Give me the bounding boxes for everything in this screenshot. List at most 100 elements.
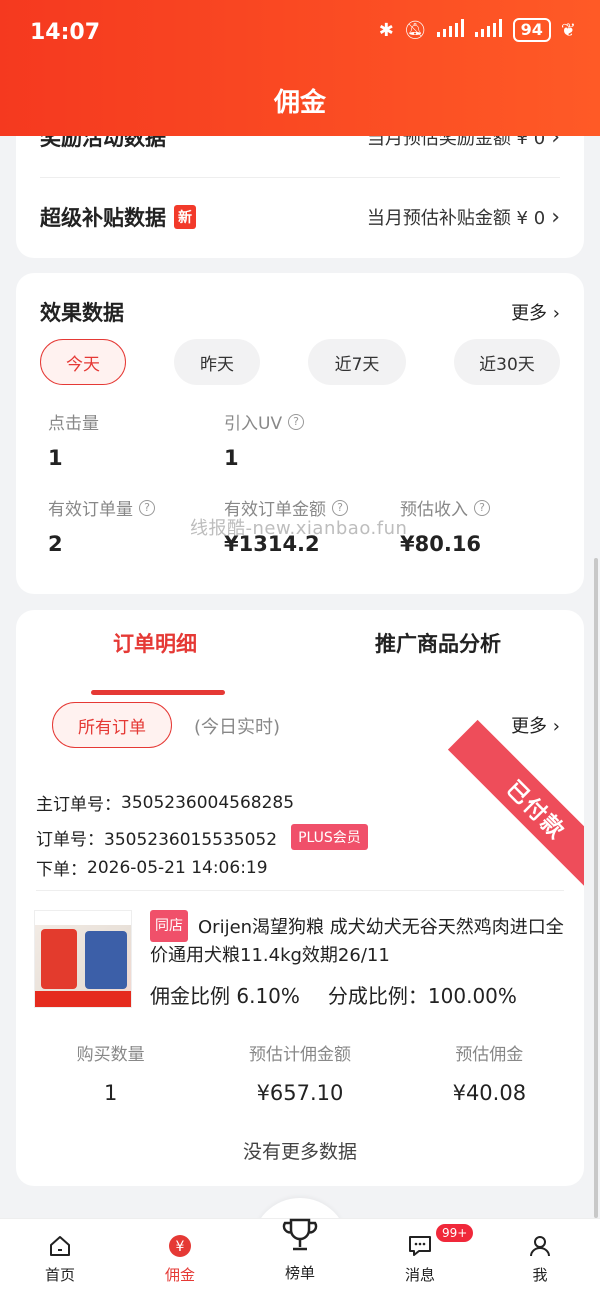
period-30days[interactable]: 近30天: [454, 339, 560, 385]
chevron-right-icon: ›: [552, 716, 560, 737]
commission-ratio-label: 佣金比例: [150, 984, 230, 1008]
product-title[interactable]: 同店 Orijen渴望狗粮 成犬幼犬无谷天然鸡肉进口全价通用犬粮11.4kg效期2…: [150, 910, 570, 970]
commission-ratio-value: 6.10%: [236, 984, 300, 1008]
mute-icon: 🔕︎: [403, 19, 427, 41]
period-selector: 今天 昨天 近7天 近30天: [40, 339, 560, 385]
bluetooth-icon: ✱: [378, 19, 394, 41]
metric-uv: 引入UV ? 1: [224, 409, 305, 470]
nav-profile[interactable]: 我: [500, 1234, 580, 1285]
metric-clicks: 点击量 1: [48, 409, 99, 470]
new-badge: 新: [174, 205, 196, 229]
same-store-badge: 同店: [150, 910, 188, 942]
metric-label: 引入UV: [224, 414, 283, 434]
divider: [40, 177, 560, 178]
chat-icon: [409, 1236, 431, 1256]
nav-label: 榜单: [284, 1264, 315, 1282]
nav-label: 我: [532, 1266, 548, 1284]
effect-data-title: 效果数据: [40, 301, 124, 325]
main-order-label: 主订单号：: [36, 795, 121, 815]
product-image[interactable]: [34, 910, 132, 1008]
super-subsidy-label: 超级补贴数据: [40, 206, 166, 230]
period-7days[interactable]: 近7天: [308, 339, 406, 385]
stat-value: ¥40.08: [452, 1081, 527, 1105]
effect-data-card: 效果数据 更多 › 今天 昨天 近7天 近30天 点击量 1 引入UV ? 1 …: [16, 273, 584, 594]
page-title: 佣金: [273, 88, 326, 118]
svg-text:¥: ¥: [176, 1239, 185, 1255]
share-ratio-label: 分成比例：: [327, 984, 428, 1008]
stat-label: 预估计佣金额: [248, 1045, 351, 1065]
period-today[interactable]: 今天: [40, 339, 126, 385]
tab-product-analysis[interactable]: 推广商品分析: [375, 628, 501, 658]
stat-label: 预估佣金: [455, 1045, 524, 1065]
metric-label-row: 预估收入 ?: [400, 495, 490, 520]
watermark: 线报酷-new.xianbao.fun: [190, 518, 408, 539]
metric-value: ¥80.16: [400, 532, 482, 556]
status-icons: ✱ 🔕︎ 94 ❦: [379, 18, 576, 42]
nav-commission[interactable]: ¥ 佣金: [140, 1234, 220, 1285]
battery-indicator: 94: [512, 18, 551, 42]
realtime-note: (今日实时): [194, 717, 281, 738]
product-bag-blue: [85, 931, 127, 989]
help-icon[interactable]: ?: [139, 499, 155, 516]
product-name: Orijen渴望狗粮 成犬幼犬无谷天然鸡肉进口全价通用犬粮11.4kg效期26/…: [150, 917, 564, 966]
stat-quantity: 购买数量 1: [16, 1040, 205, 1105]
trophy-icon: [282, 1218, 318, 1251]
status-bar: 14:07 ✱ 🔕︎ 94 ❦: [0, 0, 600, 70]
order-number-group: 订单号：3505236015535052: [36, 825, 277, 850]
stat-commission-base: 预估计佣金额 ¥657.10: [205, 1040, 394, 1105]
home-icon: [50, 1236, 70, 1256]
status-time: 14:07: [30, 20, 101, 45]
signal-icon-2: [474, 18, 503, 42]
orders-card: 订单明细 推广商品分析 所有订单 (今日实时) 更多 › 已付款 主订单号： 3…: [16, 610, 584, 1186]
nav-label: 首页: [44, 1266, 75, 1284]
metric-label: 点击量: [48, 414, 99, 434]
scrollbar[interactable]: [594, 558, 598, 1218]
user-icon: [530, 1236, 550, 1257]
subsidy-amount-text: 当月预估补贴金额 ¥ 0: [366, 208, 546, 229]
order-number: 3505236015535052: [104, 829, 278, 850]
leaf-icon: ❦: [560, 19, 576, 41]
metric-label: 预估收入: [400, 500, 468, 520]
metric-value: 2: [48, 532, 63, 556]
message-count-badge: 99+: [436, 1224, 474, 1242]
metric-value: 1: [224, 446, 239, 470]
super-subsidy-title: 超级补贴数据 新: [40, 202, 196, 232]
metric-orders: 有效订单量 ? 2: [48, 495, 155, 556]
yuan-icon: ¥: [169, 1235, 191, 1257]
period-yesterday[interactable]: 昨天: [174, 339, 260, 385]
metric-label-row: 有效订单量 ?: [48, 495, 155, 520]
share-ratio: 分成比例：100.00%: [328, 980, 517, 1009]
nav-ranking[interactable]: 榜单: [260, 1216, 340, 1283]
order-row: 订单号：3505236015535052 PLUS会员: [36, 824, 368, 850]
paid-status-ribbon: 已付款: [447, 719, 584, 899]
product-image-banner: [35, 911, 131, 925]
help-icon[interactable]: ?: [288, 413, 305, 430]
metric-label: 有效订单量: [48, 500, 133, 520]
nav-home[interactable]: 首页: [20, 1234, 100, 1285]
all-orders-filter[interactable]: 所有订单: [52, 702, 172, 748]
more-label: 更多: [511, 303, 548, 324]
stat-value: ¥657.10: [256, 1081, 344, 1105]
no-more-data: 没有更多数据: [242, 1141, 357, 1163]
order-date-row: 下单： 2026-05-21 14:06:19: [36, 855, 268, 881]
orders-more-link[interactable]: 更多 ›: [511, 712, 560, 738]
share-ratio-value: 100.00%: [427, 984, 517, 1008]
metric-label-row: 引入UV ?: [224, 409, 305, 434]
tab-order-detail[interactable]: 订单明细: [113, 628, 197, 658]
super-subsidy-row[interactable]: 超级补贴数据 新 当月预估补贴金额 ¥ 0 ›: [40, 202, 560, 232]
product-image-footer: [35, 991, 131, 1007]
order-date: 2026-05-21 14:06:19: [87, 857, 268, 878]
metric-value: 1: [48, 446, 63, 470]
order-label: 订单号：: [36, 829, 104, 850]
order-date-label: 下单：: [36, 860, 87, 880]
effect-more-link[interactable]: 更多 ›: [511, 299, 560, 325]
divider: [36, 890, 564, 891]
product-bag-red: [41, 929, 77, 989]
stat-value: 1: [103, 1081, 118, 1105]
chevron-right-icon: ›: [552, 303, 560, 324]
plus-member-badge: PLUS会员: [291, 824, 368, 850]
ratio-row: 佣金比例 6.10% 分成比例：100.00%: [150, 980, 517, 1009]
order-tabs: 订单明细 推广商品分析: [16, 628, 584, 695]
help-icon[interactable]: ?: [474, 499, 490, 516]
signal-icon: [436, 18, 465, 42]
